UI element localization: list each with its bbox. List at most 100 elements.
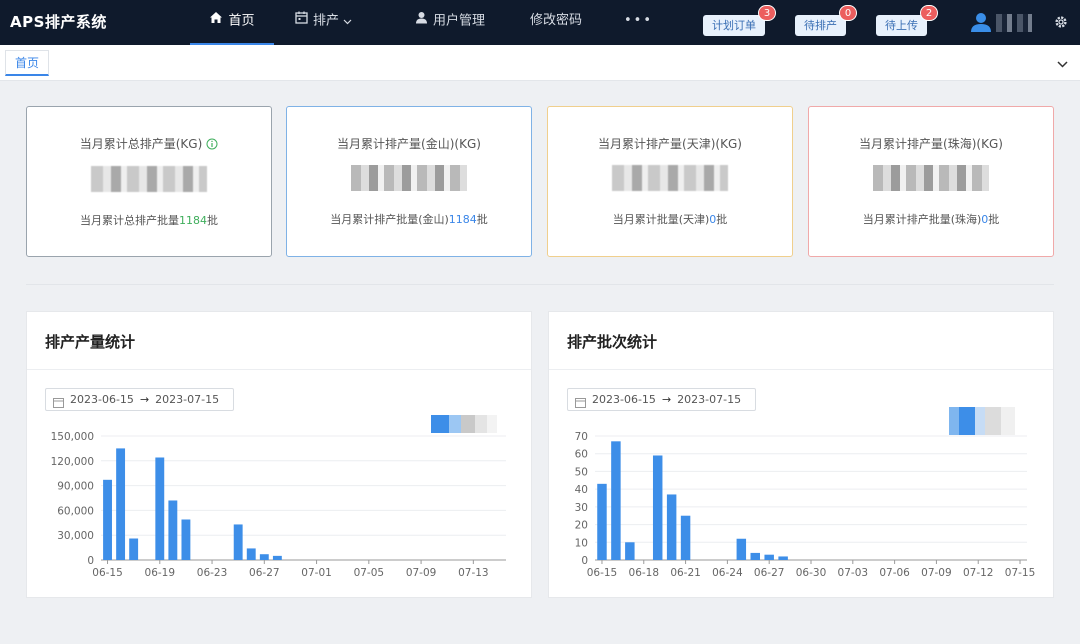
bar-06-20[interactable] xyxy=(168,500,178,560)
bar-06-15[interactable] xyxy=(103,479,112,560)
bar-06-28[interactable] xyxy=(778,556,788,560)
x-tick-label: 07-12 xyxy=(963,567,994,579)
bar-06-17[interactable] xyxy=(625,542,635,560)
chevron-down-icon[interactable] xyxy=(1057,57,1068,71)
y-tick-label: 40 xyxy=(575,484,588,496)
tab-home[interactable]: 首页 xyxy=(5,50,50,76)
production-volume-chart: 0 30,000 60,000 90,000 120,000 150,000 06-15 06… xyxy=(51,431,506,579)
pending-upload-badge: 2 xyxy=(920,5,938,21)
y-tick-label: 120,000 xyxy=(51,456,94,468)
x-tick-label: 06-15 xyxy=(587,567,618,579)
bar-06-15[interactable] xyxy=(597,483,607,560)
x-tick-label: 07-05 xyxy=(354,567,385,579)
y-tick-label: 60 xyxy=(575,449,588,461)
x-tick-label: 06-24 xyxy=(712,567,743,579)
panel-divider xyxy=(549,369,1053,370)
stat-card-title: 当月累计排产量(珠海)(KG) xyxy=(859,137,1003,151)
top-navbar: APS排产系统 首页 排产 用户管理 修改密码 ••• 计划订单 3 待排产 0… xyxy=(0,0,1080,45)
y-tick-label: 60,000 xyxy=(57,505,94,517)
bar-06-21[interactable] xyxy=(181,519,191,560)
panel-title: 排产批次统计 xyxy=(567,333,658,351)
chevron-down-icon xyxy=(343,14,352,29)
date-range-picker[interactable]: 2023-06-15 → 2023-07-15 xyxy=(567,388,756,411)
nav-schedule-label: 排产 xyxy=(313,13,340,29)
x-tick-label: 06-15 xyxy=(92,567,123,579)
stat-card-title: 当月累计总排产量(KG) xyxy=(27,135,271,153)
bar-06-27[interactable] xyxy=(764,554,774,560)
nav-user-management[interactable]: 用户管理 xyxy=(415,0,485,45)
range-arrow: → xyxy=(661,393,672,406)
nav-change-password[interactable]: 修改密码 xyxy=(530,0,582,45)
x-tick-label: 07-09 xyxy=(406,567,437,579)
y-tick-label: 150,000 xyxy=(51,431,94,443)
range-end: 2023-07-15 xyxy=(677,393,742,406)
gear-icon[interactable] xyxy=(1054,15,1068,32)
nav-home[interactable]: 首页 xyxy=(190,0,274,45)
planned-orders-badge: 3 xyxy=(758,5,776,21)
bar-06-19[interactable] xyxy=(652,455,663,560)
nav-schedule[interactable]: 排产 xyxy=(295,0,352,45)
y-tick-label: 30 xyxy=(575,502,588,514)
nav-more-button[interactable]: ••• xyxy=(624,0,653,45)
x-tick-label: 07-06 xyxy=(879,567,910,579)
nav-home-label: 首页 xyxy=(228,13,255,29)
x-tick-label: 07-03 xyxy=(838,567,869,579)
y-tick-label: 90,000 xyxy=(57,481,94,493)
x-tick-label: 07-15 xyxy=(1005,567,1036,579)
calendar-icon xyxy=(295,0,308,42)
pending-schedule-badge: 0 xyxy=(839,5,857,21)
y-tick-label: 0 xyxy=(581,555,588,567)
range-arrow: → xyxy=(139,393,150,406)
user-name-redacted[interactable] xyxy=(996,14,1032,32)
stat-value-redacted xyxy=(873,165,989,191)
avatar-icon[interactable] xyxy=(970,12,992,35)
batch-count-panel: 排产批次统计 2023-06-15 → 2023-07-15 0 10 20 30 40 50… xyxy=(548,311,1054,598)
bar-06-19[interactable] xyxy=(155,457,165,560)
section-divider xyxy=(26,284,1054,285)
y-tick-label: 50 xyxy=(575,466,588,478)
x-tick-label: 07-01 xyxy=(301,567,332,579)
stat-card-title: 当月累计排产量(天津)(KG) xyxy=(598,137,742,151)
y-tick-label: 0 xyxy=(87,555,94,567)
bar-06-28[interactable] xyxy=(272,555,282,560)
date-range-picker[interactable]: 2023-06-15 → 2023-07-15 xyxy=(45,388,234,411)
y-tick-label: 20 xyxy=(575,520,588,532)
y-tick-label: 70 xyxy=(575,431,588,443)
bar-06-17[interactable] xyxy=(129,538,139,560)
bar-06-21[interactable] xyxy=(680,515,691,560)
stat-card-jinshan: 当月累计排产量(金山)(KG) 当月累计排产批量(金山)1184批 xyxy=(286,106,532,257)
y-tick-label: 10 xyxy=(575,537,588,549)
stat-value-redacted xyxy=(612,165,728,191)
info-icon[interactable] xyxy=(206,138,218,153)
user-icon xyxy=(415,0,428,42)
bar-06-25[interactable] xyxy=(233,524,243,560)
x-tick-label: 06-18 xyxy=(629,567,660,579)
app-logo[interactable]: APS排产系统 xyxy=(10,11,107,32)
bar-06-16[interactable] xyxy=(611,441,621,560)
x-tick-label: 06-23 xyxy=(197,567,228,579)
bar-06-20[interactable] xyxy=(666,494,677,560)
planned-orders-button[interactable]: 计划订单 3 xyxy=(703,5,776,36)
home-icon xyxy=(209,0,223,42)
range-start: 2023-06-15 xyxy=(70,393,134,406)
x-tick-label: 06-21 xyxy=(670,567,701,579)
bar-06-25[interactable] xyxy=(736,538,747,560)
bar-06-27[interactable] xyxy=(259,554,269,560)
stat-value-redacted xyxy=(91,166,207,192)
bar-06-26[interactable] xyxy=(246,548,256,560)
x-tick-label: 06-19 xyxy=(145,567,176,579)
tab-strip: 首页 xyxy=(0,45,1080,81)
pending-upload-button[interactable]: 待上传 2 xyxy=(876,5,938,36)
stat-card-title: 当月累计排产量(金山)(KG) xyxy=(337,137,481,151)
x-tick-label: 06-27 xyxy=(249,567,280,579)
calendar-icon xyxy=(575,394,586,415)
x-tick-label: 07-13 xyxy=(458,567,489,579)
pending-schedule-button[interactable]: 待排产 0 xyxy=(795,5,857,36)
nav-user-management-label: 用户管理 xyxy=(433,13,486,29)
stat-value-redacted xyxy=(351,165,467,191)
bar-06-26[interactable] xyxy=(750,552,760,560)
stat-card-footer: 当月累计排产批量(金山)1184批 xyxy=(330,213,488,226)
stat-card-footer: 当月累计总排产批量1184批 xyxy=(80,214,218,227)
bar-06-16[interactable] xyxy=(116,448,126,560)
pending-upload-label: 待上传 xyxy=(885,19,918,32)
